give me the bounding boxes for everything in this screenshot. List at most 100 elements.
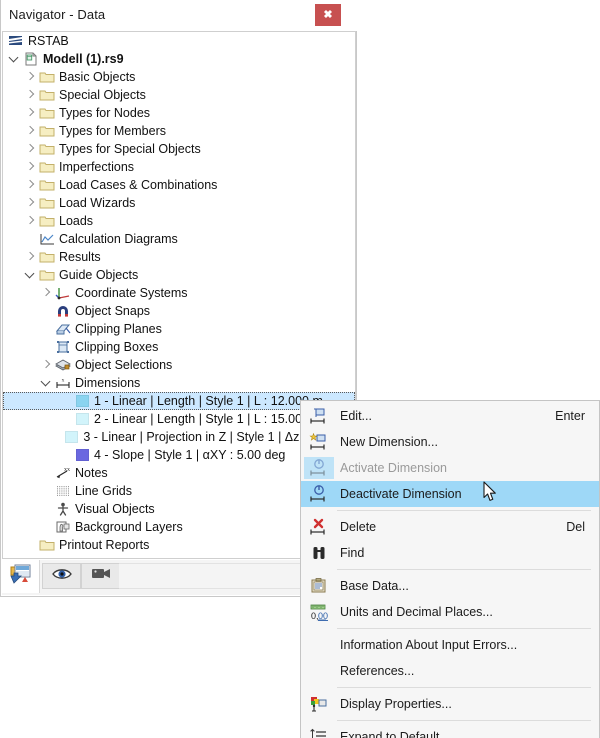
tree-item-label: Background Layers [75, 520, 183, 534]
chevron-down-icon[interactable] [39, 374, 54, 392]
menu-separator [337, 687, 591, 688]
menu-separator [337, 569, 591, 570]
menu-item-no-icon [304, 634, 334, 656]
tree-item-basic-objects[interactable]: Basic Objects [3, 68, 355, 86]
tree-item-object-selections[interactable]: Object Selections [3, 356, 355, 374]
expander-placeholder [39, 518, 54, 536]
menu-item-delete[interactable]: Delete Del [301, 514, 599, 540]
menu-item-find[interactable]: Find [301, 540, 599, 566]
tree-item-clipping-planes[interactable]: Clipping Planes [3, 320, 355, 338]
chevron-right-icon[interactable] [23, 158, 38, 176]
menu-item-information-about-input-errors[interactable]: Information About Input Errors... [301, 632, 599, 658]
svg-text:x: x [61, 378, 64, 384]
chevron-right-icon[interactable] [23, 176, 38, 194]
folder-icon [38, 69, 55, 85]
chevron-right-icon[interactable] [23, 86, 38, 104]
tree-item-clipping-boxes[interactable]: Clipping Boxes [3, 338, 355, 356]
expander-placeholder [23, 230, 38, 248]
data-navigator-tab[interactable] [2, 560, 40, 593]
expander-placeholder [39, 320, 54, 338]
chevron-right-icon[interactable] [23, 104, 38, 122]
expander-placeholder [39, 338, 54, 356]
chevron-right-icon[interactable] [23, 122, 38, 140]
menu-item-references[interactable]: References... [301, 658, 599, 684]
menu-item-deactivate-dimension[interactable]: Deactivate Dimension [301, 481, 599, 507]
clipping-box-icon [54, 339, 71, 355]
menu-item-label: Units and Decimal Places... [340, 605, 493, 619]
window-title: Navigator - Data [9, 7, 106, 22]
tree-item-results[interactable]: Results [3, 248, 355, 266]
clipping-plane-icon [54, 321, 71, 337]
views-navigator-tab[interactable] [81, 563, 120, 589]
tree-item-dimensions[interactable]: x Dimensions [3, 374, 355, 392]
tree-item-types-for-members[interactable]: Types for Members [3, 122, 355, 140]
menu-item-base-data[interactable]: Base Data... [301, 573, 599, 599]
dimension-icon: x [54, 375, 71, 391]
tree-item-label: 2 - Linear | Length | Style 1 | L : 15.0… [94, 412, 323, 426]
chevron-right-icon[interactable] [39, 284, 54, 302]
menu-item-units-and-decimal-places[interactable]: 0, 00 Units and Decimal Places... [301, 599, 599, 625]
chevron-right-icon[interactable] [23, 194, 38, 212]
tree-item-load-wizards[interactable]: Load Wizards [3, 194, 355, 212]
chevron-right-icon[interactable] [39, 356, 54, 374]
dimension-color-swatch [65, 431, 79, 443]
dimension-color-swatch [76, 395, 89, 407]
tree-item-label: Printout Reports [59, 538, 150, 552]
chevron-right-icon[interactable] [23, 140, 38, 158]
tree-item-types-for-special-objects[interactable]: Types for Special Objects [3, 140, 355, 158]
tree-item-imperfections[interactable]: Imperfections [3, 158, 355, 176]
person-icon [54, 501, 71, 517]
menu-item-no-icon [304, 660, 334, 682]
menu-item-expand-to-default[interactable]: Expand to Default [301, 724, 599, 738]
notes-icon: xx [54, 465, 71, 481]
display-navigator-tab[interactable] [42, 563, 81, 589]
eye-icon [51, 567, 72, 586]
menu-item-new-dimension[interactable]: New Dimension... [301, 429, 599, 455]
expander-placeholder [39, 464, 54, 482]
menu-separator [337, 510, 591, 511]
tree-item-label: Types for Members [59, 124, 166, 138]
close-icon[interactable]: ✖ [315, 4, 341, 26]
tree-item-label: 4 - Slope | Style 1 | αXY : 5.00 deg [94, 448, 286, 462]
tree-item-object-snaps[interactable]: Object Snaps [3, 302, 355, 320]
tree-item-rstab-root[interactable]: RSTAB [3, 32, 355, 50]
tree-item-calculation-diagrams[interactable]: Calculation Diagrams [3, 230, 355, 248]
chevron-right-icon[interactable] [23, 248, 38, 266]
tree-item-label: RSTAB [28, 34, 69, 48]
chevron-down-icon[interactable] [7, 50, 22, 68]
menu-item-edit[interactable]: Edit... Enter [301, 403, 599, 429]
base-data-icon [304, 575, 334, 597]
folder-icon [38, 123, 55, 139]
tree-item-label: Object Selections [75, 358, 173, 372]
tree-item-loads[interactable]: Loads [3, 212, 355, 230]
chevron-right-icon[interactable] [23, 212, 38, 230]
folder-icon [38, 195, 55, 211]
tree-item-load-cases-combinations[interactable]: Load Cases & Combinations [3, 176, 355, 194]
context-menu[interactable]: Edit... Enter New Dimension... Activate Dim… [300, 400, 600, 738]
edit-dimension-icon [304, 405, 334, 427]
tree-item-label: Dimensions [75, 376, 141, 390]
tree-item-label: Object Snaps [75, 304, 151, 318]
tree-item-guide-objects[interactable]: Guide Objects [3, 266, 355, 284]
menu-item-display-properties[interactable]: Display Properties... [301, 691, 599, 717]
chevron-down-icon[interactable] [23, 266, 38, 284]
tree-item-special-objects[interactable]: Special Objects [3, 86, 355, 104]
chevron-right-icon[interactable] [23, 68, 38, 86]
expander-placeholder [39, 482, 54, 500]
tree-item-types-for-nodes[interactable]: Types for Nodes [3, 104, 355, 122]
menu-item-label: Information About Input Errors... [340, 638, 518, 652]
tree-item-coordinate-systems[interactable]: Coordinate Systems [3, 284, 355, 302]
tree-item-modell-1-rs9[interactable]: Modell (1).rs9 [3, 50, 355, 68]
